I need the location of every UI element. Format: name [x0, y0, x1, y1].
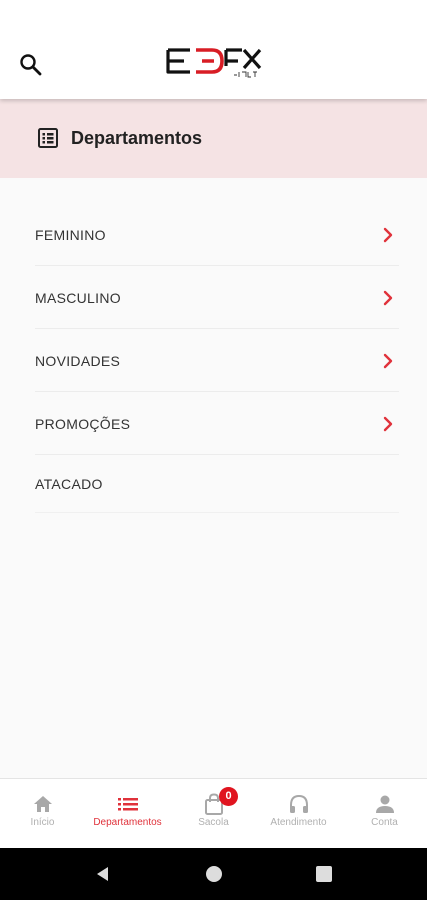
bottom-navigation: Início Departamentos 0 Sacola Atendiment…: [0, 778, 427, 848]
list-item-label: PROMOÇÕES: [35, 416, 131, 432]
chevron-right-icon: [383, 227, 393, 243]
list-icon: [117, 798, 138, 811]
list-item-atacado[interactable]: ATACADO: [35, 455, 399, 513]
list-item-label: MASCULINO: [35, 290, 121, 306]
list-item-feminino[interactable]: FEMININO: [35, 203, 399, 266]
list-item-label: ATACADO: [35, 476, 103, 492]
department-list: FEMININO MASCULINO NOVIDADES PROMOÇÕES A…: [35, 203, 399, 513]
headphones-icon: [289, 794, 308, 813]
nav-item-conta[interactable]: Conta: [342, 779, 427, 849]
cart-count-badge: 0: [219, 787, 238, 806]
nav-item-departamentos[interactable]: Departamentos: [85, 779, 170, 849]
list-item-masculino[interactable]: MASCULINO: [35, 266, 399, 329]
list-item-promocoes[interactable]: PROMOÇÕES: [35, 392, 399, 455]
list-item-novidades[interactable]: NOVIDADES: [35, 329, 399, 392]
app-screen: Departamentos FEMININO MASCULINO NOVIDAD…: [0, 0, 427, 900]
brand-logo[interactable]: [164, 44, 264, 80]
list-item-label: NOVIDADES: [35, 353, 121, 369]
search-icon[interactable]: [18, 52, 44, 78]
top-bar: [0, 0, 427, 99]
recents-icon[interactable]: [314, 864, 334, 884]
system-navigation-bar: [0, 848, 427, 900]
list-icon: [37, 127, 59, 149]
list-item-label: FEMININO: [35, 227, 106, 243]
nav-item-atendimento[interactable]: Atendimento: [256, 779, 341, 849]
nav-item-label: Atendimento: [270, 817, 327, 828]
nav-item-label: Departamentos: [93, 817, 162, 828]
back-icon[interactable]: [93, 864, 113, 884]
nav-item-inicio[interactable]: Início: [0, 779, 85, 849]
nav-item-label: Conta: [371, 817, 398, 828]
chevron-right-icon: [383, 416, 393, 432]
chevron-right-icon: [383, 290, 393, 306]
home-icon: [33, 796, 52, 812]
nav-item-label: Sacola: [198, 817, 229, 828]
user-icon: [375, 795, 394, 813]
departments-header: [0, 99, 427, 178]
home-circle-icon[interactable]: [204, 864, 224, 884]
page-title: Departamentos: [71, 128, 203, 148]
nav-item-sacola[interactable]: 0 Sacola: [171, 779, 256, 849]
nav-item-label: Início: [30, 817, 55, 828]
chevron-right-icon: [383, 353, 393, 369]
